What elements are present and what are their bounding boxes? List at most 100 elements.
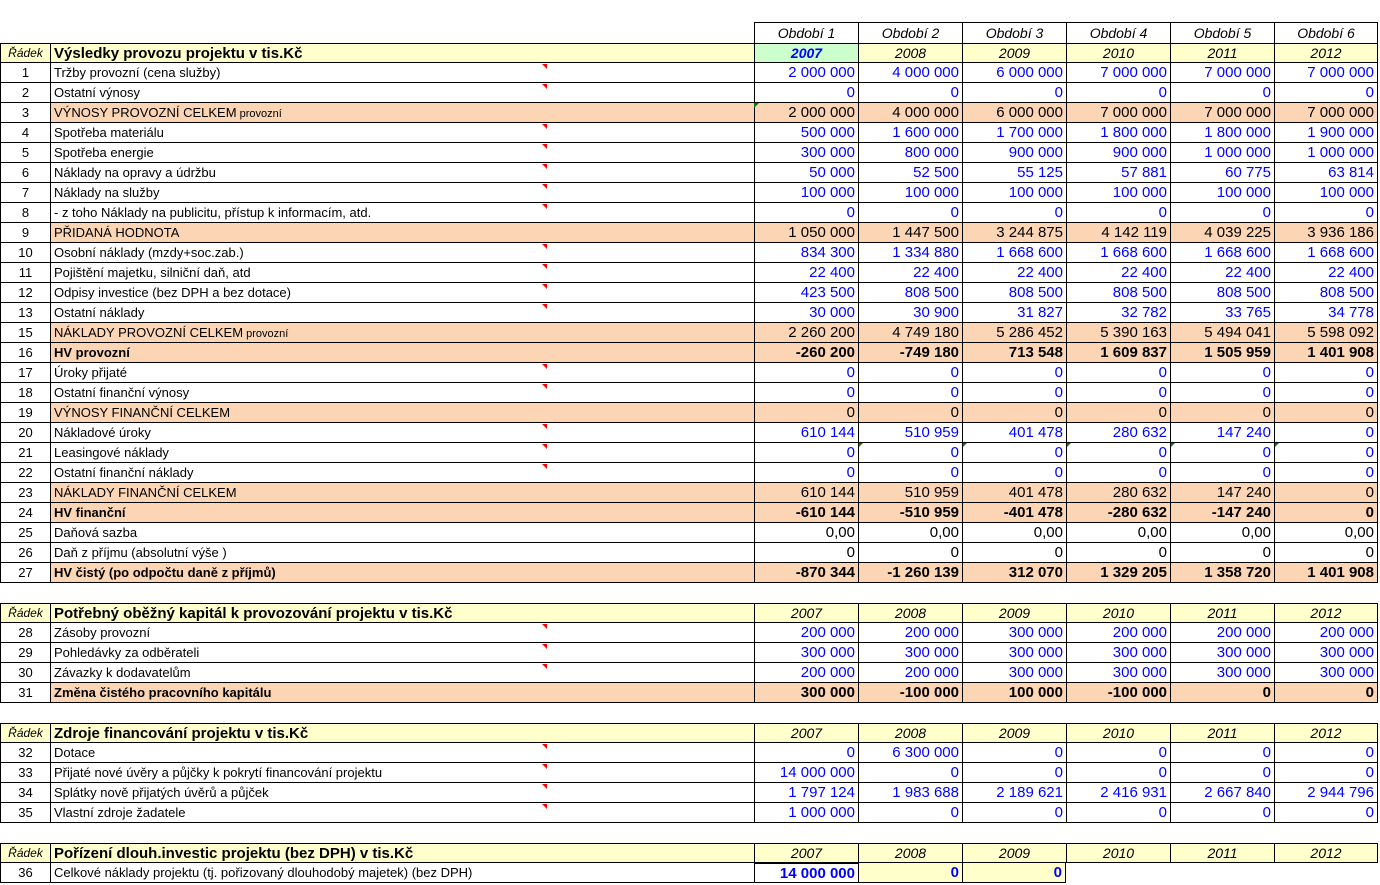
value-cell[interactable]: 808 500 [858,283,962,303]
value-cell[interactable]: 6 300 000 [858,743,962,763]
value-cell[interactable]: 500 000 [754,123,858,143]
value-cell[interactable]: 0 [754,383,858,403]
value-cell[interactable]: 300 000 [1170,643,1274,663]
value-cell[interactable]: 22 400 [962,263,1066,283]
value-cell[interactable]: 0 [962,463,1066,483]
value-cell[interactable]: 0 [754,743,858,763]
value-cell[interactable]: 0 [962,803,1066,823]
value-cell[interactable]: 0 [1066,383,1170,403]
value-cell[interactable]: 0 [1274,463,1378,483]
year-header-2007[interactable]: 2007 [754,43,858,63]
value-cell[interactable]: 200 000 [1066,623,1170,643]
value-cell[interactable]: 0 [1274,83,1378,103]
value-cell[interactable]: 1 800 000 [1170,123,1274,143]
value-cell[interactable]: 808 500 [1170,283,1274,303]
value-cell[interactable]: 0 [858,463,962,483]
value-cell[interactable]: 1 668 600 [1274,243,1378,263]
value-cell[interactable]: 0 [754,443,858,463]
value-cell[interactable]: 50 000 [754,163,858,183]
value-cell[interactable]: 0 [858,363,962,383]
value-cell[interactable]: 31 827 [962,303,1066,323]
value-cell[interactable]: 6 000 000 [962,63,1066,83]
value-cell[interactable]: 30 900 [858,303,962,323]
value-cell[interactable]: 0 [858,83,962,103]
value-cell[interactable]: 808 500 [962,283,1066,303]
value-cell[interactable]: 100 000 [1170,183,1274,203]
value-cell[interactable]: 100 000 [858,183,962,203]
value-cell[interactable]: 300 000 [1066,643,1170,663]
value-cell[interactable]: 0 [1170,83,1274,103]
year-header-2010[interactable]: 2010 [1066,43,1170,63]
value-cell[interactable]: 300 000 [1274,663,1378,683]
value-cell[interactable]: 1 797 124 [754,783,858,803]
value-cell[interactable]: 1 000 000 [1170,143,1274,163]
value-cell[interactable]: 0 [1274,803,1378,823]
value-cell[interactable]: 800 000 [858,143,962,163]
value-cell[interactable]: 60 775 [1170,163,1274,183]
value-cell[interactable]: 2 416 931 [1066,783,1170,803]
value-cell[interactable]: 0 [1066,83,1170,103]
value-cell[interactable]: 4 000 000 [858,63,962,83]
value-cell[interactable]: 0 [754,203,858,223]
value-cell[interactable]: 22 400 [858,263,962,283]
value-cell[interactable]: 0 [1066,743,1170,763]
value-cell[interactable]: 22 400 [1066,263,1170,283]
value-cell[interactable]: 300 000 [1066,663,1170,683]
value-cell[interactable]: 200 000 [858,623,962,643]
value-cell[interactable]: 900 000 [1066,143,1170,163]
value-cell[interactable]: 300 000 [858,643,962,663]
value-cell[interactable]: 610 144 [754,423,858,443]
value-cell[interactable]: 423 500 [754,283,858,303]
value-cell[interactable]: 0 [858,803,962,823]
value-cell[interactable]: 0 [1066,463,1170,483]
value-cell[interactable]: 7 000 000 [1066,63,1170,83]
value-cell[interactable]: 300 000 [962,623,1066,643]
value-cell[interactable]: 2 944 796 [1274,783,1378,803]
value-cell[interactable]: 33 765 [1170,303,1274,323]
value-cell[interactable]: 0 [1274,363,1378,383]
value-cell[interactable]: 808 500 [1066,283,1170,303]
value-cell[interactable]: 0 [962,443,1066,463]
value-cell[interactable]: 300 000 [1274,643,1378,663]
value-cell[interactable]: 900 000 [962,143,1066,163]
value-cell[interactable]: 0 [962,363,1066,383]
value-cell[interactable]: 200 000 [754,623,858,643]
value-cell[interactable]: 100 000 [1274,183,1378,203]
value-cell[interactable]: 0 [858,863,962,883]
value-cell[interactable]: 22 400 [1274,263,1378,283]
value-cell[interactable]: 280 632 [1066,423,1170,443]
value-cell[interactable]: 200 000 [1274,623,1378,643]
value-cell[interactable]: 0 [962,203,1066,223]
value-cell[interactable]: 0 [1274,443,1378,463]
value-cell[interactable]: 1 983 688 [858,783,962,803]
value-cell[interactable]: 300 000 [962,663,1066,683]
value-cell[interactable]: 0 [1274,383,1378,403]
value-cell[interactable]: 401 478 [962,423,1066,443]
value-cell[interactable]: 1 800 000 [1066,123,1170,143]
value-cell[interactable]: 0 [1170,443,1274,463]
value-cell[interactable]: 0 [1274,423,1378,443]
value-cell[interactable]: 22 400 [754,263,858,283]
value-cell[interactable]: 0 [1170,203,1274,223]
value-cell[interactable]: 0 [1066,363,1170,383]
value-cell[interactable]: 14 000 000 [754,763,858,783]
value-cell[interactable]: 7 000 000 [1274,63,1378,83]
value-cell[interactable]: 100 000 [754,183,858,203]
value-cell[interactable]: 300 000 [1170,663,1274,683]
value-cell[interactable]: 1 600 000 [858,123,962,143]
value-cell[interactable]: 200 000 [754,663,858,683]
value-cell[interactable]: 0 [1170,383,1274,403]
value-cell[interactable]: 300 000 [754,143,858,163]
value-cell[interactable]: 55 125 [962,163,1066,183]
value-cell[interactable]: 2 667 840 [1170,783,1274,803]
year-header-2012[interactable]: 2012 [1274,43,1378,63]
value-cell[interactable]: 0 [754,463,858,483]
value-cell[interactable]: 0 [1170,803,1274,823]
value-cell[interactable]: 1 668 600 [1066,243,1170,263]
value-cell[interactable]: 14 000 000 [754,863,858,883]
value-cell[interactable]: 1 668 600 [962,243,1066,263]
year-header-2008[interactable]: 2008 [858,43,962,63]
value-cell[interactable]: 0 [1170,763,1274,783]
value-cell[interactable]: 200 000 [1170,623,1274,643]
value-cell[interactable]: 2 000 000 [754,63,858,83]
